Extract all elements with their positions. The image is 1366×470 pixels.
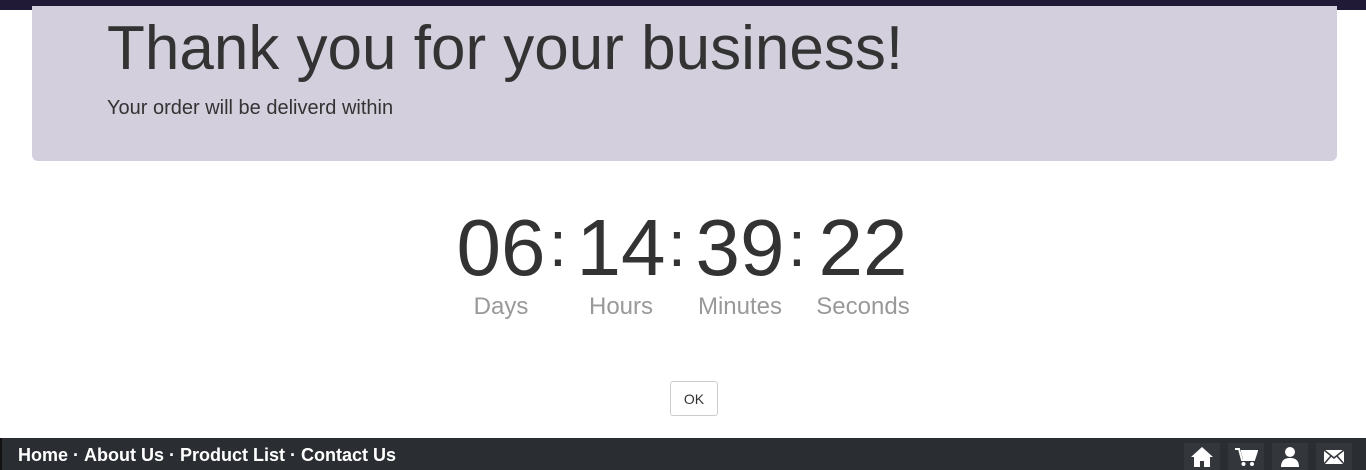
footer-link-about-us[interactable]: About Us [84, 445, 164, 465]
seconds-value: 22 [818, 203, 908, 292]
footer-link-home[interactable]: Home [18, 445, 68, 465]
page-title: Thank you for your business! [107, 14, 904, 83]
countdown-hours: 14 Hours [561, 206, 681, 321]
hours-value: 14 [576, 203, 666, 292]
ok-button[interactable]: OK [670, 381, 718, 416]
hours-label: Hours [588, 293, 654, 320]
minutes-label: Minutes [697, 293, 783, 320]
minutes-value: 39 [695, 203, 785, 292]
days-label: Days [473, 293, 529, 320]
cart-icon[interactable] [1228, 443, 1264, 470]
footer-icon-bar [1184, 443, 1352, 470]
footer-link-product-list[interactable]: Product List [180, 445, 285, 465]
countdown-timer: 06 Days : 14 Hours : 39 Minutes : 22 Sec… [0, 206, 1366, 326]
mail-icon[interactable] [1316, 443, 1352, 470]
footer-navbar: Home · About Us · Product List · Contact Us [0, 438, 1366, 470]
footer-separator: · [169, 445, 176, 465]
countdown-seconds: 22 Seconds [803, 206, 923, 321]
footer-links: Home · About Us · Product List · Contact Us [18, 445, 396, 466]
countdown-minutes: 39 Minutes [680, 206, 800, 321]
jumbotron: Thank you for your business! Your order … [32, 6, 1337, 161]
footer-separator: · [290, 445, 297, 465]
home-icon[interactable] [1184, 443, 1220, 470]
countdown-days: 06 Days [441, 206, 561, 321]
delivery-message: Your order will be deliverd within [107, 97, 394, 119]
days-value: 06 [456, 203, 546, 292]
footer-link-contact-us[interactable]: Contact Us [301, 445, 396, 465]
footer-separator: · [73, 445, 80, 465]
user-icon[interactable] [1272, 443, 1308, 470]
seconds-label: Seconds [816, 293, 910, 320]
